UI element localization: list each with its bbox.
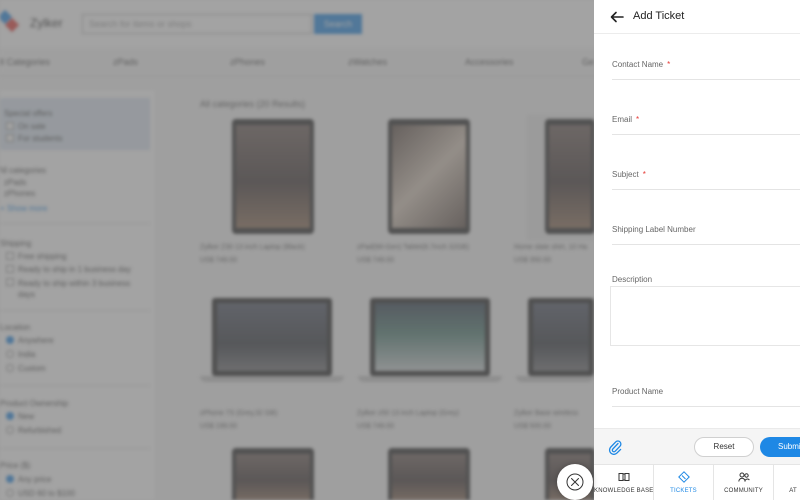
ticket-icon [677,471,690,483]
description-field: Description [612,269,800,287]
product-name-field: Product Name [612,381,800,407]
community-icon [737,472,750,482]
email-field: Email * [612,109,800,135]
shipping-label-input[interactable] [612,233,800,245]
field-label: Description [612,275,653,284]
tab-label: TICKETS [670,488,697,494]
book-icon [618,473,629,481]
form-footer: Reset Submit [594,428,800,464]
contact-name-field: Contact Name * [612,54,800,80]
overlay-dim[interactable] [0,0,594,500]
tab-label: AT [789,488,797,494]
add-ticket-panel: Add Ticket Contact Name * Email * Subject *… [594,0,800,500]
subject-field: Subject * [612,164,800,190]
tab-chat[interactable]: AT [774,465,800,500]
close-icon [566,473,584,491]
product-name-input[interactable] [612,395,800,407]
tab-community[interactable]: COMMUNITY [714,465,774,500]
panel-title: Add Ticket [633,10,685,22]
description-textarea[interactable] [610,286,800,346]
shipping-label-field: Shipping Label Number [612,219,800,245]
contact-name-input[interactable] [612,68,800,80]
tab-tickets[interactable]: TICKETS [654,465,714,500]
tab-knowledge-base[interactable]: KNOWLEDGE BASE [594,465,654,500]
back-arrow-icon[interactable] [610,10,624,24]
panel-header: Add Ticket [594,0,800,34]
close-widget-button[interactable] [557,464,593,500]
paperclip-icon[interactable] [608,439,622,455]
email-input[interactable] [612,123,800,135]
submit-button[interactable]: Submit [760,437,800,457]
widget-tab-bar: KNOWLEDGE BASE TICKETS COMMUNITY AT [594,464,800,500]
reset-button[interactable]: Reset [694,437,754,457]
subject-input[interactable] [612,178,800,190]
tab-label: KNOWLEDGE BASE [594,488,654,494]
